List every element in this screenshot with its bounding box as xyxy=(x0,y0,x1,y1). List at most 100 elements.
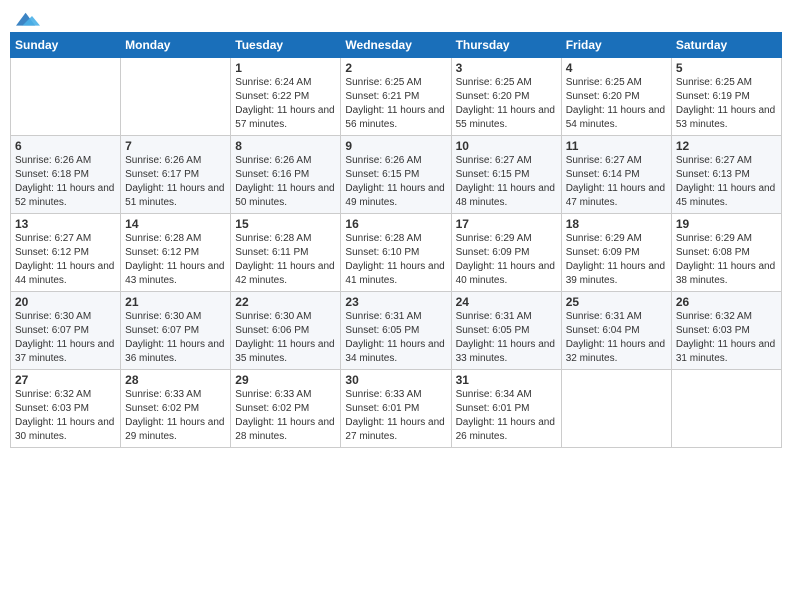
day-info: Sunrise: 6:33 AM Sunset: 6:02 PM Dayligh… xyxy=(125,388,226,444)
calendar-cell xyxy=(671,370,781,448)
calendar-cell: 1Sunrise: 6:24 AM Sunset: 6:22 PM Daylig… xyxy=(231,58,341,136)
day-number: 18 xyxy=(566,217,667,231)
calendar-cell: 9Sunrise: 6:26 AM Sunset: 6:15 PM Daylig… xyxy=(341,136,451,214)
day-info: Sunrise: 6:32 AM Sunset: 6:03 PM Dayligh… xyxy=(15,388,116,444)
day-info: Sunrise: 6:27 AM Sunset: 6:13 PM Dayligh… xyxy=(676,154,777,210)
day-number: 5 xyxy=(676,61,777,75)
day-info: Sunrise: 6:25 AM Sunset: 6:20 PM Dayligh… xyxy=(456,76,557,132)
day-info: Sunrise: 6:33 AM Sunset: 6:01 PM Dayligh… xyxy=(345,388,446,444)
day-info: Sunrise: 6:25 AM Sunset: 6:19 PM Dayligh… xyxy=(676,76,777,132)
day-number: 10 xyxy=(456,139,557,153)
calendar-cell: 8Sunrise: 6:26 AM Sunset: 6:16 PM Daylig… xyxy=(231,136,341,214)
day-info: Sunrise: 6:32 AM Sunset: 6:03 PM Dayligh… xyxy=(676,310,777,366)
day-number: 24 xyxy=(456,295,557,309)
calendar-cell: 3Sunrise: 6:25 AM Sunset: 6:20 PM Daylig… xyxy=(451,58,561,136)
calendar-cell: 30Sunrise: 6:33 AM Sunset: 6:01 PM Dayli… xyxy=(341,370,451,448)
day-number: 6 xyxy=(15,139,116,153)
calendar-table: SundayMondayTuesdayWednesdayThursdayFrid… xyxy=(10,32,782,448)
day-number: 7 xyxy=(125,139,226,153)
day-info: Sunrise: 6:30 AM Sunset: 6:06 PM Dayligh… xyxy=(235,310,336,366)
day-info: Sunrise: 6:29 AM Sunset: 6:09 PM Dayligh… xyxy=(456,232,557,288)
day-number: 4 xyxy=(566,61,667,75)
day-info: Sunrise: 6:25 AM Sunset: 6:21 PM Dayligh… xyxy=(345,76,446,132)
day-info: Sunrise: 6:27 AM Sunset: 6:14 PM Dayligh… xyxy=(566,154,667,210)
calendar-cell: 4Sunrise: 6:25 AM Sunset: 6:20 PM Daylig… xyxy=(561,58,671,136)
calendar-week-row: 6Sunrise: 6:26 AM Sunset: 6:18 PM Daylig… xyxy=(11,136,782,214)
day-number: 1 xyxy=(235,61,336,75)
day-info: Sunrise: 6:27 AM Sunset: 6:15 PM Dayligh… xyxy=(456,154,557,210)
day-number: 21 xyxy=(125,295,226,309)
day-info: Sunrise: 6:26 AM Sunset: 6:15 PM Dayligh… xyxy=(345,154,446,210)
day-number: 13 xyxy=(15,217,116,231)
calendar-week-row: 20Sunrise: 6:30 AM Sunset: 6:07 PM Dayli… xyxy=(11,292,782,370)
day-number: 28 xyxy=(125,373,226,387)
day-number: 19 xyxy=(676,217,777,231)
calendar-cell: 18Sunrise: 6:29 AM Sunset: 6:09 PM Dayli… xyxy=(561,214,671,292)
day-info: Sunrise: 6:27 AM Sunset: 6:12 PM Dayligh… xyxy=(15,232,116,288)
calendar-cell: 21Sunrise: 6:30 AM Sunset: 6:07 PM Dayli… xyxy=(121,292,231,370)
day-number: 17 xyxy=(456,217,557,231)
calendar-cell: 6Sunrise: 6:26 AM Sunset: 6:18 PM Daylig… xyxy=(11,136,121,214)
day-number: 14 xyxy=(125,217,226,231)
day-info: Sunrise: 6:33 AM Sunset: 6:02 PM Dayligh… xyxy=(235,388,336,444)
day-info: Sunrise: 6:26 AM Sunset: 6:16 PM Dayligh… xyxy=(235,154,336,210)
calendar-cell: 12Sunrise: 6:27 AM Sunset: 6:13 PM Dayli… xyxy=(671,136,781,214)
day-info: Sunrise: 6:24 AM Sunset: 6:22 PM Dayligh… xyxy=(235,76,336,132)
day-info: Sunrise: 6:28 AM Sunset: 6:10 PM Dayligh… xyxy=(345,232,446,288)
logo xyxy=(14,10,40,26)
weekday-header: Monday xyxy=(121,33,231,58)
page-header xyxy=(10,10,782,26)
calendar-cell: 15Sunrise: 6:28 AM Sunset: 6:11 PM Dayli… xyxy=(231,214,341,292)
day-number: 11 xyxy=(566,139,667,153)
day-number: 30 xyxy=(345,373,446,387)
day-info: Sunrise: 6:26 AM Sunset: 6:17 PM Dayligh… xyxy=(125,154,226,210)
day-number: 2 xyxy=(345,61,446,75)
day-info: Sunrise: 6:30 AM Sunset: 6:07 PM Dayligh… xyxy=(125,310,226,366)
day-number: 31 xyxy=(456,373,557,387)
day-number: 8 xyxy=(235,139,336,153)
calendar-week-row: 1Sunrise: 6:24 AM Sunset: 6:22 PM Daylig… xyxy=(11,58,782,136)
calendar-cell xyxy=(11,58,121,136)
day-number: 22 xyxy=(235,295,336,309)
calendar-cell: 29Sunrise: 6:33 AM Sunset: 6:02 PM Dayli… xyxy=(231,370,341,448)
weekday-header: Wednesday xyxy=(341,33,451,58)
weekday-header: Tuesday xyxy=(231,33,341,58)
day-info: Sunrise: 6:25 AM Sunset: 6:20 PM Dayligh… xyxy=(566,76,667,132)
calendar-cell: 13Sunrise: 6:27 AM Sunset: 6:12 PM Dayli… xyxy=(11,214,121,292)
weekday-header: Sunday xyxy=(11,33,121,58)
calendar-cell: 16Sunrise: 6:28 AM Sunset: 6:10 PM Dayli… xyxy=(341,214,451,292)
calendar-cell: 5Sunrise: 6:25 AM Sunset: 6:19 PM Daylig… xyxy=(671,58,781,136)
day-info: Sunrise: 6:34 AM Sunset: 6:01 PM Dayligh… xyxy=(456,388,557,444)
calendar-week-row: 13Sunrise: 6:27 AM Sunset: 6:12 PM Dayli… xyxy=(11,214,782,292)
day-info: Sunrise: 6:31 AM Sunset: 6:05 PM Dayligh… xyxy=(456,310,557,366)
calendar-cell: 22Sunrise: 6:30 AM Sunset: 6:06 PM Dayli… xyxy=(231,292,341,370)
calendar-cell: 27Sunrise: 6:32 AM Sunset: 6:03 PM Dayli… xyxy=(11,370,121,448)
calendar-cell: 11Sunrise: 6:27 AM Sunset: 6:14 PM Dayli… xyxy=(561,136,671,214)
day-info: Sunrise: 6:31 AM Sunset: 6:04 PM Dayligh… xyxy=(566,310,667,366)
day-number: 9 xyxy=(345,139,446,153)
calendar-cell: 14Sunrise: 6:28 AM Sunset: 6:12 PM Dayli… xyxy=(121,214,231,292)
day-number: 25 xyxy=(566,295,667,309)
day-number: 26 xyxy=(676,295,777,309)
day-info: Sunrise: 6:29 AM Sunset: 6:08 PM Dayligh… xyxy=(676,232,777,288)
day-number: 29 xyxy=(235,373,336,387)
day-info: Sunrise: 6:31 AM Sunset: 6:05 PM Dayligh… xyxy=(345,310,446,366)
day-info: Sunrise: 6:28 AM Sunset: 6:12 PM Dayligh… xyxy=(125,232,226,288)
logo-icon xyxy=(16,10,40,30)
weekday-header: Thursday xyxy=(451,33,561,58)
calendar-cell: 28Sunrise: 6:33 AM Sunset: 6:02 PM Dayli… xyxy=(121,370,231,448)
calendar-cell: 31Sunrise: 6:34 AM Sunset: 6:01 PM Dayli… xyxy=(451,370,561,448)
day-number: 20 xyxy=(15,295,116,309)
calendar-cell: 17Sunrise: 6:29 AM Sunset: 6:09 PM Dayli… xyxy=(451,214,561,292)
calendar-cell xyxy=(561,370,671,448)
day-number: 3 xyxy=(456,61,557,75)
calendar-cell: 19Sunrise: 6:29 AM Sunset: 6:08 PM Dayli… xyxy=(671,214,781,292)
day-info: Sunrise: 6:30 AM Sunset: 6:07 PM Dayligh… xyxy=(15,310,116,366)
day-number: 15 xyxy=(235,217,336,231)
calendar-cell: 23Sunrise: 6:31 AM Sunset: 6:05 PM Dayli… xyxy=(341,292,451,370)
day-number: 16 xyxy=(345,217,446,231)
weekday-header: Saturday xyxy=(671,33,781,58)
calendar-cell: 24Sunrise: 6:31 AM Sunset: 6:05 PM Dayli… xyxy=(451,292,561,370)
calendar-cell: 7Sunrise: 6:26 AM Sunset: 6:17 PM Daylig… xyxy=(121,136,231,214)
calendar-body: 1Sunrise: 6:24 AM Sunset: 6:22 PM Daylig… xyxy=(11,58,782,448)
